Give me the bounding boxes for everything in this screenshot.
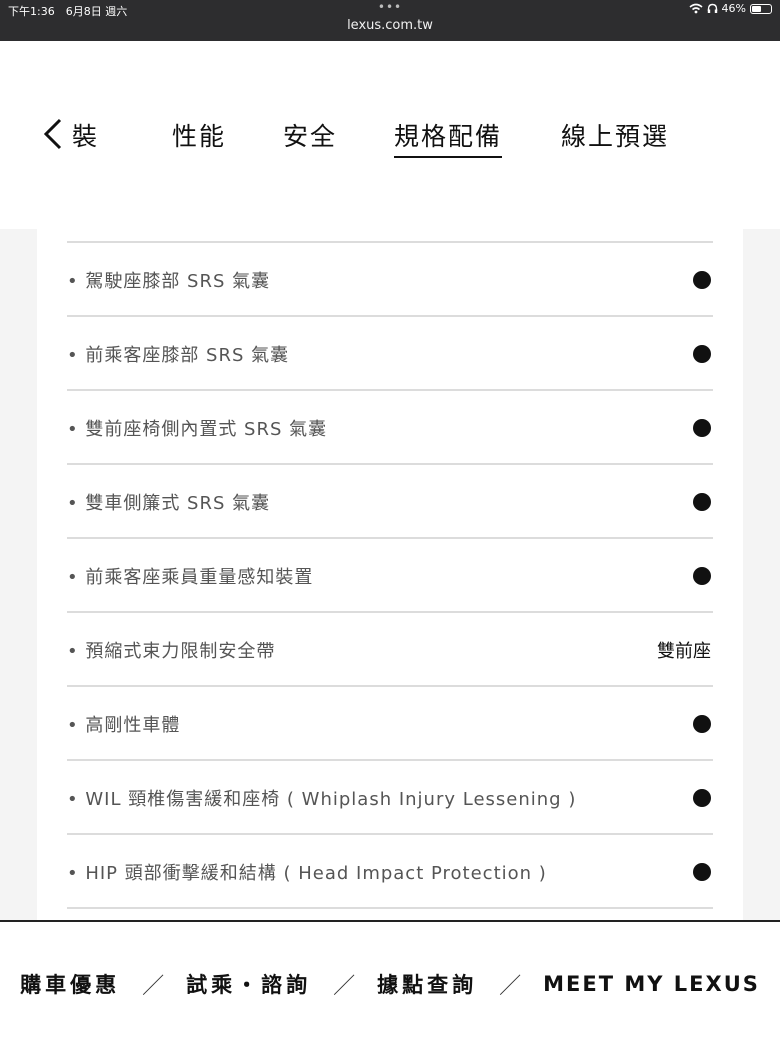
spec-label: • 高剛性車體	[67, 715, 181, 736]
chevron-left-icon[interactable]	[40, 116, 68, 152]
spec-label: • WIL 頸椎傷害緩和座椅 ( Whiplash Injury Lesseni…	[67, 789, 577, 810]
url-bar[interactable]: lexus.com.tw	[0, 18, 780, 33]
status-right: 46%	[689, 2, 772, 15]
tab-online-selection[interactable]: 線上預選	[561, 117, 669, 153]
battery-percent: 46%	[721, 2, 746, 15]
spec-label: • 預縮式束力限制安全帶	[67, 641, 276, 662]
spec-label: • 駕駛座膝部 SRS 氣囊	[67, 271, 271, 292]
standard-equipment-dot-icon	[693, 789, 711, 807]
spec-row: • 高剛性車體	[67, 687, 713, 761]
standard-equipment-dot-icon	[693, 271, 711, 289]
standard-equipment-dot-icon	[693, 419, 711, 437]
standard-equipment-dot-icon	[693, 715, 711, 733]
spec-value: 雙前座	[657, 641, 711, 662]
standard-equipment-dot-icon	[693, 863, 711, 881]
spec-row: • HIP 頭部衝擊緩和結構 ( Head Impact Protection …	[67, 835, 713, 909]
spec-row: • 前乘客座膝部 SRS 氣囊	[67, 317, 713, 391]
spec-label: • HIP 頭部衝擊緩和結構 ( Head Impact Protection …	[67, 863, 547, 884]
tab-safety[interactable]: 安全	[283, 117, 337, 153]
spec-label: • 雙前座椅側內置式 SRS 氣囊	[67, 419, 328, 440]
standard-equipment-dot-icon	[693, 567, 711, 585]
spec-row: • 駕駛座膝部 SRS 氣囊	[67, 243, 713, 317]
spec-label: • 雙車側簾式 SRS 氣囊	[67, 493, 271, 514]
spec-label: • 前乘客座膝部 SRS 氣囊	[67, 345, 290, 366]
headphones-icon	[707, 3, 717, 13]
spec-panel: • 駕駛座膝部 SRS 氣囊 • 前乘客座膝部 SRS 氣囊 • 雙前座椅側內置式 …	[37, 229, 743, 921]
footer-separator: ／	[142, 974, 165, 999]
spec-row: • 前乘客座乘員重量感知裝置	[67, 539, 713, 613]
footer-link-test-drive[interactable]: 試乘・諮詢	[186, 969, 311, 999]
standard-equipment-dot-icon	[693, 493, 711, 511]
tab-performance[interactable]: 性能	[172, 117, 226, 153]
more-dots-icon[interactable]: •••	[0, 0, 780, 14]
browser-status-bar: 下午1:36 6月8日 週六 ••• lexus.com.tw 46%	[0, 0, 780, 41]
tab-specs[interactable]: 規格配備	[394, 117, 503, 158]
footer-link-meet-my-lexus[interactable]: MEET MY LEXUS	[543, 972, 760, 996]
standard-equipment-dot-icon	[693, 345, 711, 363]
spec-row: • 雙車側簾式 SRS 氣囊	[67, 465, 713, 539]
footer-link-offers[interactable]: 購車優惠	[20, 969, 120, 999]
footer-nav: 購車優惠 ／ 試乘・諮詢 ／ 據點查詢 ／ MEET MY LEXUS	[0, 920, 780, 1040]
tab-partial[interactable]: 裝	[72, 117, 99, 153]
spec-row: • 雙前座椅側內置式 SRS 氣囊	[67, 391, 713, 465]
battery-icon	[750, 3, 772, 14]
footer-separator: ／	[499, 974, 522, 999]
wifi-icon	[689, 3, 703, 14]
footer-link-locations[interactable]: 據點查詢	[377, 969, 477, 999]
spec-row: • WIL 頸椎傷害緩和座椅 ( Whiplash Injury Lesseni…	[67, 761, 713, 835]
section-tabs: 裝 性能 安全 規格配備 線上預選	[0, 41, 780, 229]
spec-label: • 前乘客座乘員重量感知裝置	[67, 567, 314, 588]
spec-row: • 預縮式束力限制安全帶 雙前座	[67, 613, 713, 687]
footer-separator: ／	[333, 974, 356, 999]
